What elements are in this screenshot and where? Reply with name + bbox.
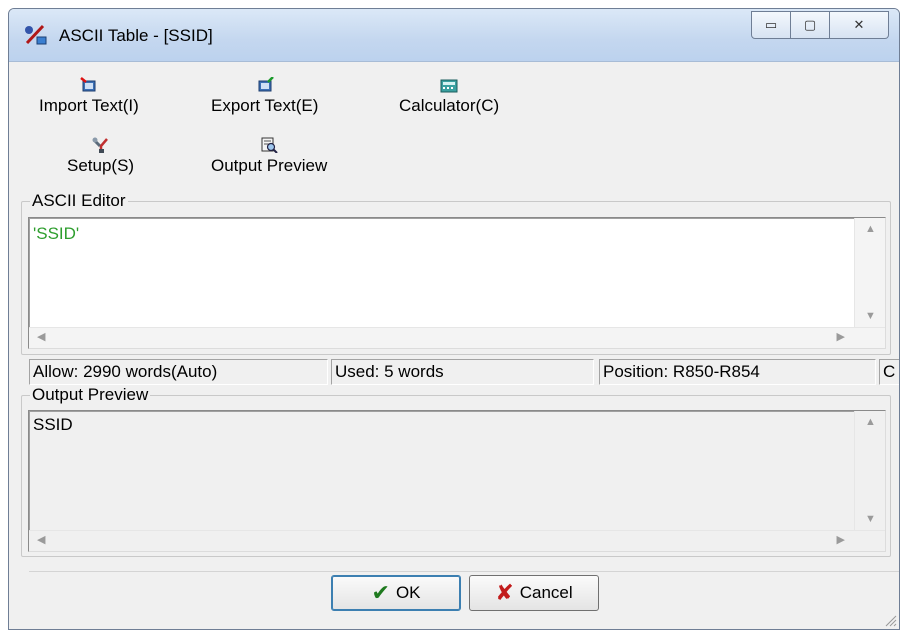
maximize-button[interactable]: ▢ [791, 11, 830, 39]
status-extra: C [879, 359, 899, 385]
ascii-editor-hscrollbar[interactable]: ◀ ▶ [29, 327, 885, 348]
output-preview-icon [261, 137, 278, 153]
toolbar: Import Text(I) Export Text(E) Calculator… [9, 63, 899, 193]
setup-tools-icon [92, 137, 108, 153]
cancel-button[interactable]: ✘ Cancel [469, 575, 599, 611]
minimize-button[interactable]: ▭ [751, 11, 791, 39]
ascii-table-window: ASCII Table - [SSID] ▭ ▢ ✕ Import Text(I… [8, 8, 900, 630]
scroll-left-arrow-icon[interactable]: ◀ [37, 535, 45, 546]
window-controls: ▭ ▢ ✕ [751, 11, 889, 39]
cross-icon: ✘ [495, 580, 514, 605]
checkmark-icon: ✔ [371, 580, 390, 605]
import-text-icon [80, 77, 96, 92]
import-text-label: Import Text(I) [39, 96, 139, 115]
output-preview-button[interactable]: Output Preview [211, 137, 327, 176]
app-percent-icon [25, 24, 47, 45]
output-preview-vscrollbar[interactable]: ▲ ▼ [854, 411, 885, 531]
scroll-down-arrow-icon[interactable]: ▼ [865, 311, 876, 322]
output-preview-group: Output Preview SSID ▲ ▼ ◀ ▶ [21, 385, 891, 557]
output-preview-hscrollbar[interactable]: ◀ ▶ [29, 530, 885, 551]
scroll-left-arrow-icon[interactable]: ◀ [37, 332, 45, 343]
calculator-label: Calculator(C) [399, 96, 500, 115]
scroll-right-arrow-icon[interactable]: ▶ [837, 332, 845, 343]
export-text-button[interactable]: Export Text(E) [211, 77, 318, 116]
export-text-label: Export Text(E) [211, 96, 319, 115]
output-preview-label: Output Preview [211, 156, 328, 175]
scroll-up-arrow-icon[interactable]: ▲ [865, 417, 876, 428]
footer-divider [29, 571, 899, 572]
calculator-button[interactable]: Calculator(C) [399, 77, 499, 116]
setup-button[interactable]: Setup(S) [67, 137, 134, 176]
ascii-editor-textarea[interactable]: 'SSID' ▲ ▼ ◀ ▶ [28, 217, 886, 349]
status-position: Position: R850-R854 [599, 359, 876, 385]
ascii-editor-group: ASCII Editor 'SSID' ▲ ▼ ◀ ▶ [21, 191, 891, 355]
close-icon: ✕ [853, 17, 865, 32]
ok-button[interactable]: ✔ OK [331, 575, 461, 611]
title-bar[interactable]: ASCII Table - [SSID] ▭ ▢ ✕ [9, 9, 899, 62]
output-preview-area[interactable]: SSID ▲ ▼ ◀ ▶ [28, 410, 886, 552]
scroll-up-arrow-icon[interactable]: ▲ [865, 224, 876, 235]
status-used: Used: 5 words [331, 359, 594, 385]
cancel-label: Cancel [519, 583, 573, 602]
status-bar: Allow: 2990 words(Auto) Used: 5 words Po… [29, 359, 899, 385]
output-preview-title: Output Preview [30, 385, 151, 405]
export-text-icon [258, 77, 274, 92]
ok-label: OK [395, 583, 421, 602]
ascii-editor-title: ASCII Editor [30, 191, 128, 211]
ascii-editor-vscrollbar[interactable]: ▲ ▼ [854, 218, 885, 328]
scroll-right-arrow-icon[interactable]: ▶ [837, 535, 845, 546]
calculator-icon [440, 79, 458, 93]
scroll-down-arrow-icon[interactable]: ▼ [865, 514, 876, 525]
maximize-icon: ▢ [803, 17, 817, 32]
setup-label: Setup(S) [67, 156, 135, 175]
resize-grip-icon[interactable] [881, 611, 897, 627]
ascii-editor-content: 'SSID' [33, 224, 80, 243]
output-preview-content: SSID [33, 415, 73, 434]
window-title: ASCII Table - [SSID] [59, 26, 213, 45]
close-button[interactable]: ✕ [830, 11, 889, 39]
minimize-icon: ▭ [764, 17, 778, 32]
status-allow: Allow: 2990 words(Auto) [29, 359, 328, 385]
import-text-button[interactable]: Import Text(I) [39, 77, 139, 116]
